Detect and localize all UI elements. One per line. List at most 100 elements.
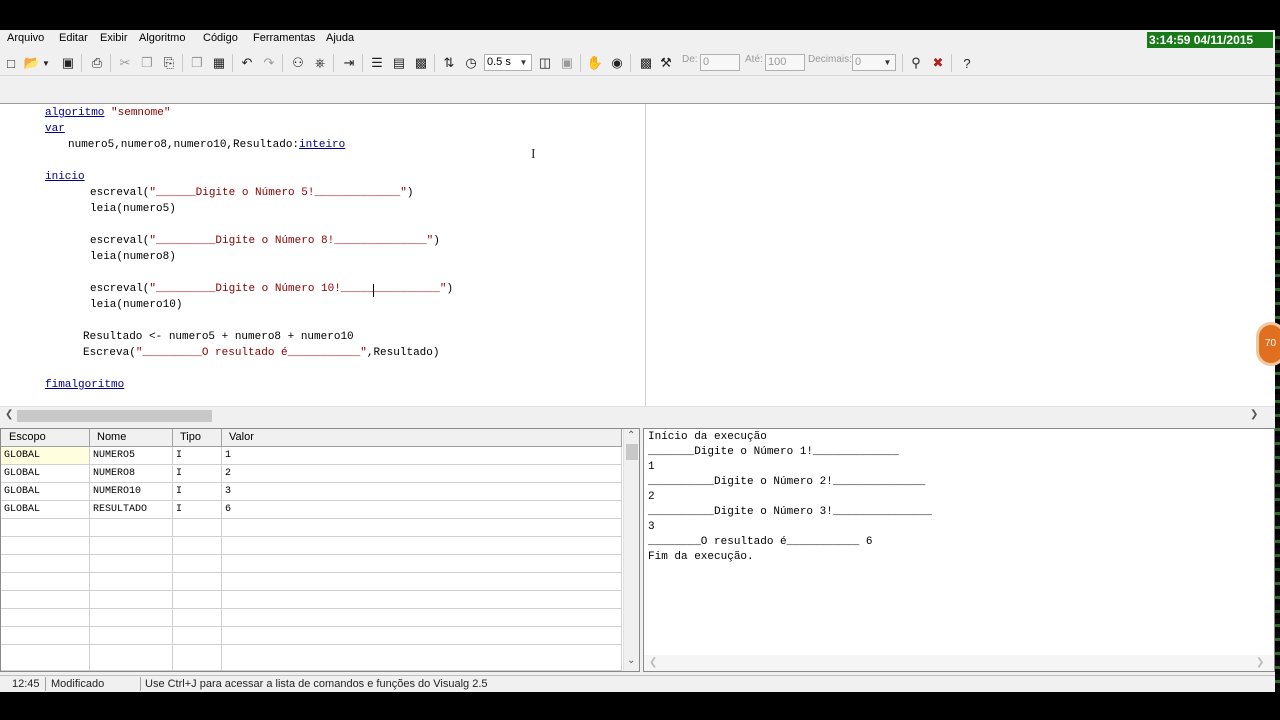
- hammer-icon[interactable]: ⚒: [656, 53, 676, 73]
- open-folder-icon[interactable]: 📂: [22, 53, 42, 73]
- ibeam-cursor-icon: I: [531, 147, 536, 162]
- menu-codigo[interactable]: Código: [203, 32, 238, 44]
- ate-label: Até:: [745, 54, 763, 65]
- editor-horizontal-scrollbar[interactable]: ❮ ❯: [0, 406, 1275, 423]
- menu-ajuda[interactable]: Ajuda: [326, 32, 354, 44]
- scrollbar-thumb[interactable]: [626, 444, 638, 460]
- status-bar: 12:45 Modificado Use Ctrl+J para acessar…: [0, 675, 1275, 692]
- table-row[interactable]: GLOBAL NUMERO10 I 3: [1, 483, 622, 501]
- table-header-row: Escopo Nome Tipo Valor: [1, 429, 622, 447]
- text-caret: [373, 284, 374, 297]
- cell-tipo: I: [173, 501, 222, 519]
- settings-grid-icon[interactable]: ▩: [411, 53, 431, 73]
- empty-row: [1, 591, 622, 609]
- code-line: escreval("_________Digite o Número 8!___…: [90, 235, 440, 247]
- copy-format-icon[interactable]: ❒: [187, 53, 207, 73]
- empty-row: [1, 537, 622, 555]
- eye-icon[interactable]: ◉: [607, 53, 627, 73]
- menu-bar: Arquivo Editar Exibir Algoritmo Código F…: [0, 30, 1275, 48]
- code-line: var: [45, 123, 65, 135]
- paste-icon[interactable]: ⎘: [159, 53, 179, 73]
- menu-arquivo[interactable]: Arquivo: [7, 32, 44, 44]
- code-editor[interactable]: algoritmo "semnome" var numero5,numero8,…: [0, 104, 1275, 406]
- scrollbar-thumb[interactable]: [17, 410, 212, 422]
- menu-editar[interactable]: Editar: [59, 32, 88, 44]
- table-row[interactable]: GLOBAL NUMERO5 I 1: [1, 447, 622, 465]
- column-header-valor[interactable]: Valor: [222, 429, 622, 447]
- zoom-icon[interactable]: ⚲: [906, 53, 926, 73]
- code-line: algoritmo "semnome": [45, 107, 171, 119]
- redo-icon[interactable]: ↷: [259, 53, 279, 73]
- modified-status: Modificado: [51, 678, 105, 690]
- ate-input[interactable]: 100: [765, 54, 805, 71]
- step-icon[interactable]: ⇅: [439, 53, 459, 73]
- hand-icon[interactable]: ✋: [585, 53, 605, 73]
- screen: Arquivo Editar Exibir Algoritmo Código F…: [0, 0, 1280, 720]
- scroll-right-icon[interactable]: ❯: [1256, 657, 1264, 668]
- cut-icon[interactable]: ✂: [115, 53, 135, 73]
- find-icon[interactable]: ⚇: [288, 53, 308, 73]
- menu-algoritmo[interactable]: Algoritmo: [139, 32, 185, 44]
- column-header-escopo[interactable]: Escopo: [1, 429, 90, 447]
- run-table-icon[interactable]: ◫: [535, 53, 555, 73]
- help-icon[interactable]: ?: [957, 53, 977, 73]
- undo-icon[interactable]: ↶: [237, 53, 257, 73]
- cell-nome: NUMERO5: [90, 447, 173, 465]
- output-line: Início da execução: [648, 431, 767, 443]
- de-label: De:: [682, 54, 698, 65]
- empty-row: [1, 573, 622, 591]
- list-icon[interactable]: ☰: [367, 53, 387, 73]
- print-icon[interactable]: ⎙: [87, 53, 107, 73]
- de-input[interactable]: 0: [700, 54, 740, 71]
- output-line: 2: [648, 491, 655, 503]
- output-line: Fim da execução.: [648, 551, 754, 563]
- paste-format-icon[interactable]: ▦: [209, 53, 229, 73]
- stop-icon[interactable]: ▣: [557, 53, 577, 73]
- empty-row: [1, 609, 622, 627]
- indent-icon[interactable]: ⇥: [339, 53, 359, 73]
- output-horizontal-scrollbar[interactable]: ❮ ❯: [644, 655, 1274, 671]
- overlay-badge[interactable]: 70: [1256, 322, 1280, 366]
- scroll-left-icon[interactable]: ❮: [649, 657, 657, 668]
- timer-icon[interactable]: ◷: [461, 53, 481, 73]
- toolbar: □ 📂 ▼ ▣ ⎙ ✂ ❐ ⎘ ❒ ▦ ↶ ↷ ⚇ ⎈ ⇥ ☰ ▤ ▩ ⇅ ◷ …: [0, 50, 1275, 76]
- chevron-down-icon: ▼: [519, 58, 528, 67]
- new-file-icon[interactable]: □: [1, 53, 21, 73]
- scroll-up-icon[interactable]: ⌃: [627, 430, 635, 441]
- grid-vertical-scrollbar[interactable]: ⌃ ⌄: [623, 429, 639, 671]
- cell-tipo: I: [173, 483, 222, 501]
- decimais-select[interactable]: 0 ▼: [852, 54, 896, 71]
- output-line: ________O resultado é___________ 6: [648, 536, 873, 548]
- table-row[interactable]: GLOBAL NUMERO8 I 2: [1, 465, 622, 483]
- output-console[interactable]: Início da execução _______Digite o Númer…: [643, 428, 1275, 672]
- menu-exibir[interactable]: Exibir: [100, 32, 128, 44]
- tools-icon[interactable]: ✖: [928, 53, 948, 73]
- speed-select[interactable]: 0.5 s ▼: [484, 54, 532, 71]
- save-icon[interactable]: ▣: [58, 53, 78, 73]
- open-dropdown-icon[interactable]: ▼: [40, 53, 52, 73]
- console-icon[interactable]: ▩: [636, 53, 656, 73]
- scroll-down-icon[interactable]: ⌄: [627, 655, 635, 666]
- scroll-left-icon[interactable]: ❮: [5, 409, 13, 420]
- decimais-label: Decimais:: [808, 54, 852, 65]
- code-line: leia(numero10): [90, 299, 183, 311]
- column-header-tipo[interactable]: Tipo: [173, 429, 222, 447]
- cell-valor: 2: [222, 465, 622, 483]
- code-line: numero5,numero8,numero10,Resultado:intei…: [68, 139, 346, 151]
- scroll-right-icon[interactable]: ❯: [1250, 409, 1258, 420]
- table-row[interactable]: GLOBAL RESULTADO I 6: [1, 501, 622, 519]
- cell-escopo: GLOBAL: [1, 447, 90, 465]
- code-area[interactable]: algoritmo "semnome" var numero5,numero8,…: [0, 104, 645, 406]
- cursor-position: 12:45: [12, 678, 40, 690]
- menu-ferramentas[interactable]: Ferramentas: [253, 32, 315, 44]
- cell-tipo: I: [173, 447, 222, 465]
- visualg-window: Arquivo Editar Exibir Algoritmo Código F…: [0, 30, 1275, 692]
- cell-nome: NUMERO10: [90, 483, 173, 501]
- document-icon[interactable]: ▤: [389, 53, 409, 73]
- replace-icon[interactable]: ⎈: [310, 53, 330, 73]
- output-line: 3: [648, 521, 655, 533]
- column-header-nome[interactable]: Nome: [90, 429, 173, 447]
- cell-escopo: GLOBAL: [1, 501, 90, 519]
- copy-icon[interactable]: ❐: [137, 53, 157, 73]
- code-line: escreval("______Digite o Número 5!______…: [90, 187, 414, 199]
